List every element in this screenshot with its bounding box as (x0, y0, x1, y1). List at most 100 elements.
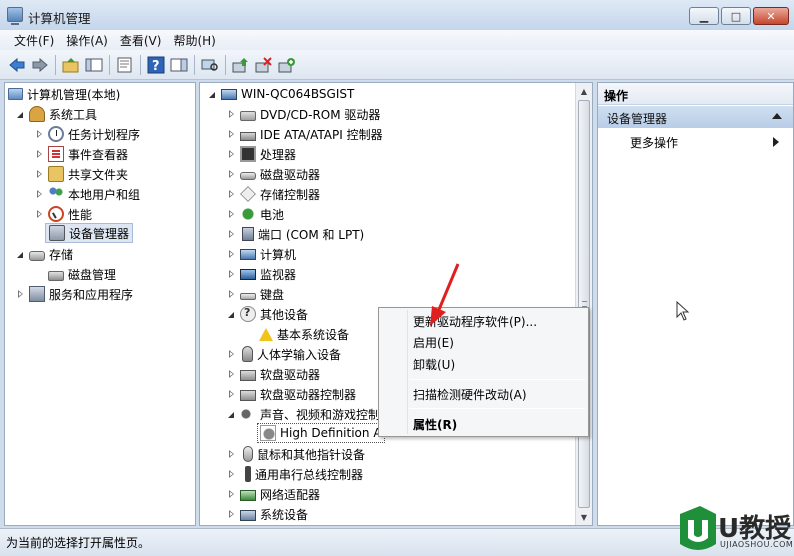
update-driver-button[interactable] (231, 55, 251, 75)
expand-toggle[interactable] (227, 509, 236, 519)
uninstall-device-button[interactable] (254, 55, 274, 75)
device-category-dvd[interactable]: DVD/CD-ROM 驱动器 (227, 104, 380, 124)
expand-toggle[interactable] (227, 449, 236, 459)
cpu-icon (240, 146, 256, 162)
device-category-mouse[interactable]: 鼠标和其他指针设备 (227, 444, 365, 464)
system-device-icon (240, 509, 256, 521)
collapse-toggle[interactable] (16, 110, 25, 119)
collapse-up-icon[interactable] (772, 113, 782, 119)
enable-device-button[interactable] (277, 55, 297, 75)
minimize-button[interactable]: ▁ (689, 7, 719, 25)
show-hide-tree-button[interactable] (84, 55, 104, 75)
storage-icon (29, 250, 45, 261)
device-category-sound[interactable]: 声音、视频和游戏控制 (227, 404, 380, 424)
maximize-button[interactable]: □ (721, 7, 751, 25)
context-menu: 更新驱动程序软件(P)... 启用(E) 卸载(U) 扫描检测硬件改动(A) 属… (378, 307, 589, 437)
expand-toggle[interactable] (227, 129, 236, 139)
device-category-other[interactable]: 其他设备 (227, 304, 308, 324)
tree-item-device-manager[interactable]: 设备管理器 (45, 223, 134, 243)
device-category-ide[interactable]: IDE ATA/ATAPI 控制器 (227, 124, 383, 144)
device-category-floppy[interactable]: 软盘驱动器 (227, 364, 320, 384)
device-category-usb[interactable]: 通用串行总线控制器 (227, 464, 363, 484)
expand-toggle[interactable] (227, 149, 236, 159)
expand-toggle[interactable] (227, 109, 236, 119)
device-category-hid[interactable]: 人体学输入设备 (227, 344, 341, 364)
expand-toggle[interactable] (35, 209, 44, 219)
device-base-system-device[interactable]: 基本系统设备 (259, 324, 349, 344)
properties-toolbar-button[interactable] (115, 55, 135, 75)
menu-item-scan-hardware[interactable]: 扫描检测硬件改动(A) (413, 384, 527, 404)
device-root[interactable]: WIN-QC064BSGIST (208, 84, 354, 104)
forward-button[interactable] (30, 55, 50, 75)
scroll-down-button[interactable]: ▼ (576, 509, 592, 525)
device-category-battery[interactable]: 电池 (227, 204, 284, 224)
device-category-disk-drives[interactable]: 磁盘驱动器 (227, 164, 320, 184)
red-pointer-arrow-icon (430, 263, 460, 326)
tree-item-performance[interactable]: 性能 (35, 204, 92, 224)
tree-item-shared-folders[interactable]: 共享文件夹 (35, 164, 128, 184)
tree-item-computer-management[interactable]: 计算机管理(本地) (8, 84, 120, 104)
menu-view[interactable]: 查看(V) (114, 30, 168, 50)
expand-toggle[interactable] (227, 389, 236, 399)
tree-item-task-scheduler[interactable]: 任务计划程序 (35, 124, 140, 144)
actions-section-device-manager[interactable]: 设备管理器 (598, 106, 793, 128)
close-button[interactable]: ✕ (753, 7, 789, 25)
show-action-pane-button[interactable] (169, 55, 189, 75)
expand-toggle[interactable] (227, 189, 236, 199)
expand-toggle[interactable] (227, 209, 236, 219)
device-category-monitors[interactable]: 监视器 (227, 264, 296, 284)
device-category-storage-controllers[interactable]: 存储控制器 (227, 184, 320, 204)
device-category-floppy-controller[interactable]: 软盘驱动器控制器 (227, 384, 356, 404)
device-category-ports[interactable]: 端口 (COM 和 LPT) (227, 224, 364, 244)
device-category-computer[interactable]: 计算机 (227, 244, 296, 264)
tree-item-label: 计算机管理(本地) (27, 87, 121, 102)
forward-arrow-icon (32, 57, 48, 73)
tree-item-disk-management[interactable]: 磁盘管理 (48, 264, 116, 284)
vertical-scrollbar[interactable]: ▲ ▼ (575, 83, 592, 525)
device-category-keyboards[interactable]: 键盘 (227, 284, 284, 304)
expand-toggle[interactable] (227, 489, 236, 499)
menu-action[interactable]: 操作(A) (60, 30, 114, 50)
device-category-system[interactable]: 系统设备 (227, 504, 308, 524)
expand-toggle[interactable] (227, 169, 236, 179)
expand-toggle[interactable] (35, 129, 44, 139)
expand-toggle[interactable] (227, 349, 236, 359)
submenu-arrow-icon[interactable] (773, 137, 779, 147)
expand-toggle[interactable] (227, 289, 236, 299)
tree-item-services-apps[interactable]: 服务和应用程序 (16, 284, 133, 304)
help-toolbar-button[interactable]: ? (146, 55, 166, 75)
tree-item-system-tools[interactable]: 系统工具 (16, 104, 97, 124)
expand-toggle[interactable] (227, 369, 236, 379)
collapse-toggle[interactable] (227, 410, 236, 419)
expand-toggle[interactable] (16, 289, 25, 299)
expand-toggle[interactable] (227, 469, 236, 479)
up-folder-button[interactable] (61, 55, 81, 75)
expand-toggle[interactable] (227, 229, 236, 239)
computer-icon (240, 249, 256, 260)
expand-toggle[interactable] (227, 269, 236, 279)
expand-toggle[interactable] (227, 249, 236, 259)
tree-item-local-users[interactable]: 本地用户和组 (35, 184, 140, 204)
menu-help[interactable]: 帮助(H) (167, 30, 221, 50)
action-pane-icon (170, 58, 188, 72)
scroll-thumb[interactable] (578, 100, 590, 508)
collapse-toggle[interactable] (208, 90, 217, 99)
collapse-toggle[interactable] (227, 310, 236, 319)
expand-toggle[interactable] (35, 169, 44, 179)
tree-item-event-viewer[interactable]: 事件查看器 (35, 144, 128, 164)
menu-item-properties[interactable]: 属性(R) (413, 414, 457, 434)
collapse-toggle[interactable] (16, 250, 25, 259)
expand-toggle[interactable] (35, 189, 44, 199)
back-button[interactable] (7, 55, 27, 75)
menu-item-uninstall[interactable]: 卸载(U) (413, 354, 455, 374)
tree-item-storage[interactable]: 存储 (16, 244, 73, 264)
more-actions-link[interactable]: 更多操作 (630, 134, 678, 151)
expand-toggle[interactable] (35, 149, 44, 159)
device-category-processor[interactable]: 处理器 (227, 144, 296, 164)
scan-hardware-button[interactable] (200, 55, 220, 75)
scroll-up-button[interactable]: ▲ (576, 83, 592, 99)
menu-file[interactable]: 文件(F) (8, 30, 60, 50)
menu-item-enable[interactable]: 启用(E) (413, 332, 454, 352)
device-category-network[interactable]: 网络适配器 (227, 484, 320, 504)
device-high-definition-audio[interactable]: High Definition A (257, 423, 385, 443)
